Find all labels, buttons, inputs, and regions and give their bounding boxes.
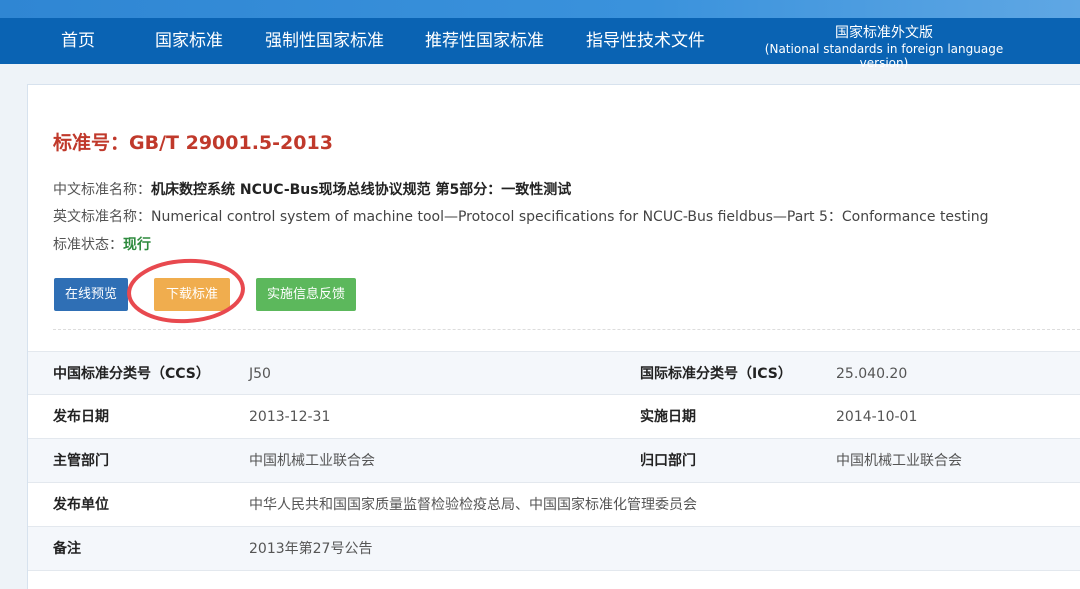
details-table: 中国标准分类号（CCS） J50 国际标准分类号（ICS） 25.040.20 … [28,351,1080,571]
en-name-value: Numerical control system of machine tool… [151,209,989,225]
remark-value: 2013年第27号公告 [249,541,373,557]
cn-name-value: 机床数控系统 NCUC-Bus现场总线协议规范 第5部分：一致性测试 [151,182,572,198]
ccs-value: J50 [249,366,271,382]
ics-label: 国际标准分类号（ICS） [640,366,792,382]
ccs-label: 中国标准分类号（CCS） [53,366,210,382]
table-row: 中国标准分类号（CCS） J50 国际标准分类号（ICS） 25.040.20 [28,351,1080,395]
table-row: 备注 2013年第27号公告 [28,527,1080,571]
cn-name-line: 中文标准名称：机床数控系统 NCUC-Bus现场总线协议规范 第5部分：一致性测… [53,179,571,199]
implementation-feedback-button[interactable]: 实施信息反馈 [256,278,356,311]
online-preview-button[interactable]: 在线预览 [54,278,128,311]
en-name-label: 英文标准名称： [53,209,151,225]
remark-label: 备注 [53,541,81,557]
publish-date-value: 2013-12-31 [249,409,331,425]
effective-date-label: 实施日期 [640,409,696,425]
centralized-label: 归口部门 [640,453,696,469]
ics-value: 25.040.20 [836,366,908,382]
status-badge: 现行 [123,237,151,253]
effective-date-value: 2014-10-01 [836,409,918,425]
status-label: 标准状态： [53,237,123,253]
download-highlight-circle [127,258,245,324]
main-navbar: 首页 国家标准 强制性国家标准 推荐性国家标准 指导性技术文件 国家标准外文版 … [0,18,1080,70]
dept-value: 中国机械工业联合会 [249,453,375,469]
standard-number-value: GB/T 29001.5-2013 [129,132,333,154]
nav-foreign-en: (National standards in foreign language … [764,42,1004,70]
nav-home[interactable]: 首页 [61,18,95,64]
publisher-label: 发布单位 [53,497,109,513]
table-row: 主管部门 中国机械工业联合会 归口部门 中国机械工业联合会 [28,439,1080,483]
centralized-value: 中国机械工业联合会 [836,453,962,469]
dept-label: 主管部门 [53,453,109,469]
standard-number: 标准号：GB/T 29001.5-2013 [53,128,333,155]
top-banner-strip [0,0,1080,18]
table-row: 发布单位 中华人民共和国国家质量监督检验检疫总局、中国国家标准化管理委员会 [28,483,1080,527]
en-name-line: 英文标准名称：Numerical control system of machi… [53,206,988,226]
publisher-value: 中华人民共和国国家质量监督检验检疫总局、中国国家标准化管理委员会 [249,497,697,513]
nav-mandatory-standards[interactable]: 强制性国家标准 [265,18,384,64]
standard-number-label: 标准号： [53,132,130,154]
status-line: 标准状态：现行 [53,234,151,254]
nav-recommended-standards[interactable]: 推荐性国家标准 [425,18,544,64]
section-divider [53,329,1080,330]
publish-date-label: 发布日期 [53,409,109,425]
nav-national-standards[interactable]: 国家标准 [155,18,223,64]
nav-guidance-documents[interactable]: 指导性技术文件 [586,18,705,64]
nav-foreign-cn: 国家标准外文版 [835,25,933,41]
table-row: 发布日期 2013-12-31 实施日期 2014-10-01 [28,395,1080,439]
nav-foreign-version[interactable]: 国家标准外文版 (National standards in foreign l… [746,25,1022,71]
cn-name-label: 中文标准名称： [53,182,151,198]
